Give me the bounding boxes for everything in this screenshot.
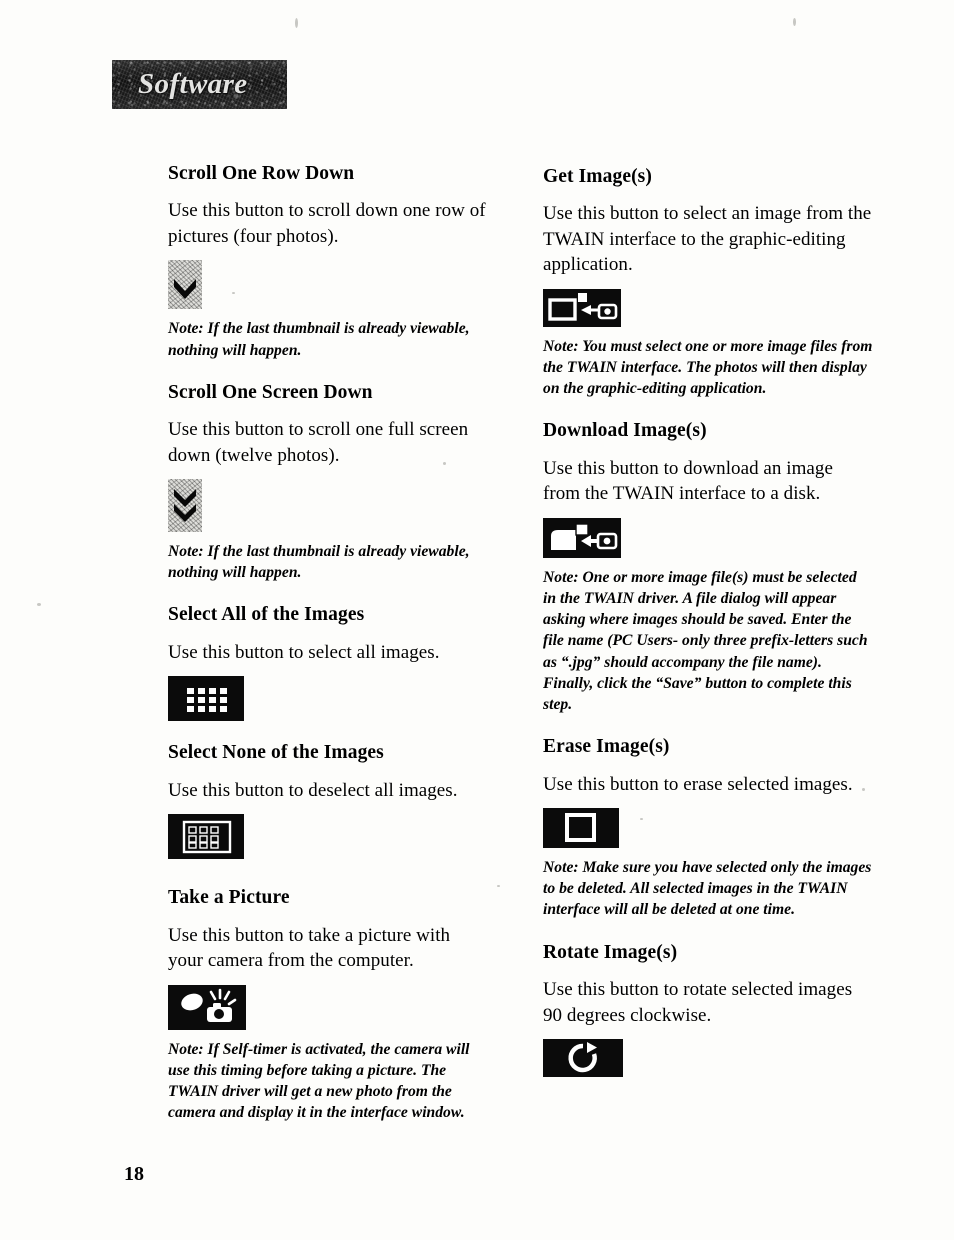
scan-speck bbox=[295, 18, 298, 28]
section-download-images: Download Image(s) Use this button to dow… bbox=[543, 420, 873, 715]
right-column: Get Image(s) Use this button to select a… bbox=[543, 166, 873, 1083]
section-title: Scroll One Row Down bbox=[168, 163, 355, 184]
section-title: Select None of the Images bbox=[168, 742, 384, 764]
section-note: Note: If Self-timer is activated, the ca… bbox=[168, 1040, 470, 1122]
rotate-image-icon[interactable] bbox=[543, 1038, 623, 1077]
erase-image-icon[interactable] bbox=[543, 808, 619, 849]
section-body: Use this button to deselect all images. bbox=[168, 779, 458, 801]
document-page: Software Scroll One Row Down Use this bu… bbox=[0, 0, 954, 1240]
section-title: Scroll One Screen Down bbox=[168, 381, 373, 403]
section-note: Note: You must select one or more image … bbox=[543, 337, 873, 398]
section-body: Use this button to take a picture with y… bbox=[168, 924, 451, 972]
section-body: Use this button to scroll down one row o… bbox=[168, 200, 486, 247]
section-get-images: Get Image(s) Use this button to select a… bbox=[543, 166, 873, 399]
section-title: Take a Picture bbox=[168, 887, 290, 909]
section-body: Use this button to erase selected images… bbox=[543, 773, 853, 795]
section-scroll-one-row-down: Scroll One Row Down Use this button to s… bbox=[168, 163, 488, 361]
section-erase-images: Erase Image(s) Use this button to erase … bbox=[543, 736, 873, 920]
banner-title: Software bbox=[138, 68, 248, 100]
scan-speck bbox=[497, 885, 500, 887]
section-scroll-one-screen-down: Scroll One Screen Down Use this button t… bbox=[168, 382, 488, 584]
chevron-down-icon[interactable] bbox=[168, 260, 202, 310]
section-select-none-images: Select None of the Images Use this butto… bbox=[168, 742, 488, 860]
section-title: Download Image(s) bbox=[543, 420, 707, 442]
section-title: Get Image(s) bbox=[543, 166, 652, 187]
section-title: Erase Image(s) bbox=[543, 736, 670, 758]
select-none-grid-icon[interactable] bbox=[168, 814, 244, 860]
section-body: Use this button to download an image fro… bbox=[543, 457, 833, 505]
section-body: Use this button to rotate selected image… bbox=[543, 979, 853, 1026]
section-header-banner: Software bbox=[112, 60, 287, 109]
get-image-icon[interactable] bbox=[543, 288, 621, 327]
section-take-a-picture: Take a Picture Use this button to take a… bbox=[168, 887, 488, 1123]
left-column: Scroll One Row Down Use this button to s… bbox=[168, 163, 488, 1123]
section-title: Rotate Image(s) bbox=[543, 941, 678, 963]
section-note: Note: Make sure you have selected only t… bbox=[543, 859, 872, 919]
section-note: Note: If the last thumbnail is already v… bbox=[168, 543, 470, 582]
select-all-grid-icon[interactable] bbox=[168, 676, 244, 722]
scan-speck bbox=[37, 603, 41, 606]
section-note: Note: One or more image file(s) must be … bbox=[543, 568, 868, 713]
section-body: Use this button to scroll one full scree… bbox=[168, 419, 469, 466]
scan-speck bbox=[793, 18, 796, 26]
double-chevron-down-icon[interactable] bbox=[168, 479, 202, 533]
section-rotate-images: Rotate Image(s) Use this button to rotat… bbox=[543, 942, 873, 1077]
section-note: Note: If the last thumbnail is already v… bbox=[168, 320, 470, 359]
download-image-icon[interactable] bbox=[543, 517, 621, 558]
camera-flash-icon[interactable] bbox=[168, 984, 246, 1030]
page-number: 18 bbox=[124, 1163, 144, 1185]
section-title: Select All of the Images bbox=[168, 604, 365, 626]
section-select-all-images: Select All of the Images Use this button… bbox=[168, 604, 488, 722]
section-body: Use this button to select an image from … bbox=[543, 203, 872, 276]
section-body: Use this button to select all images. bbox=[168, 641, 440, 663]
